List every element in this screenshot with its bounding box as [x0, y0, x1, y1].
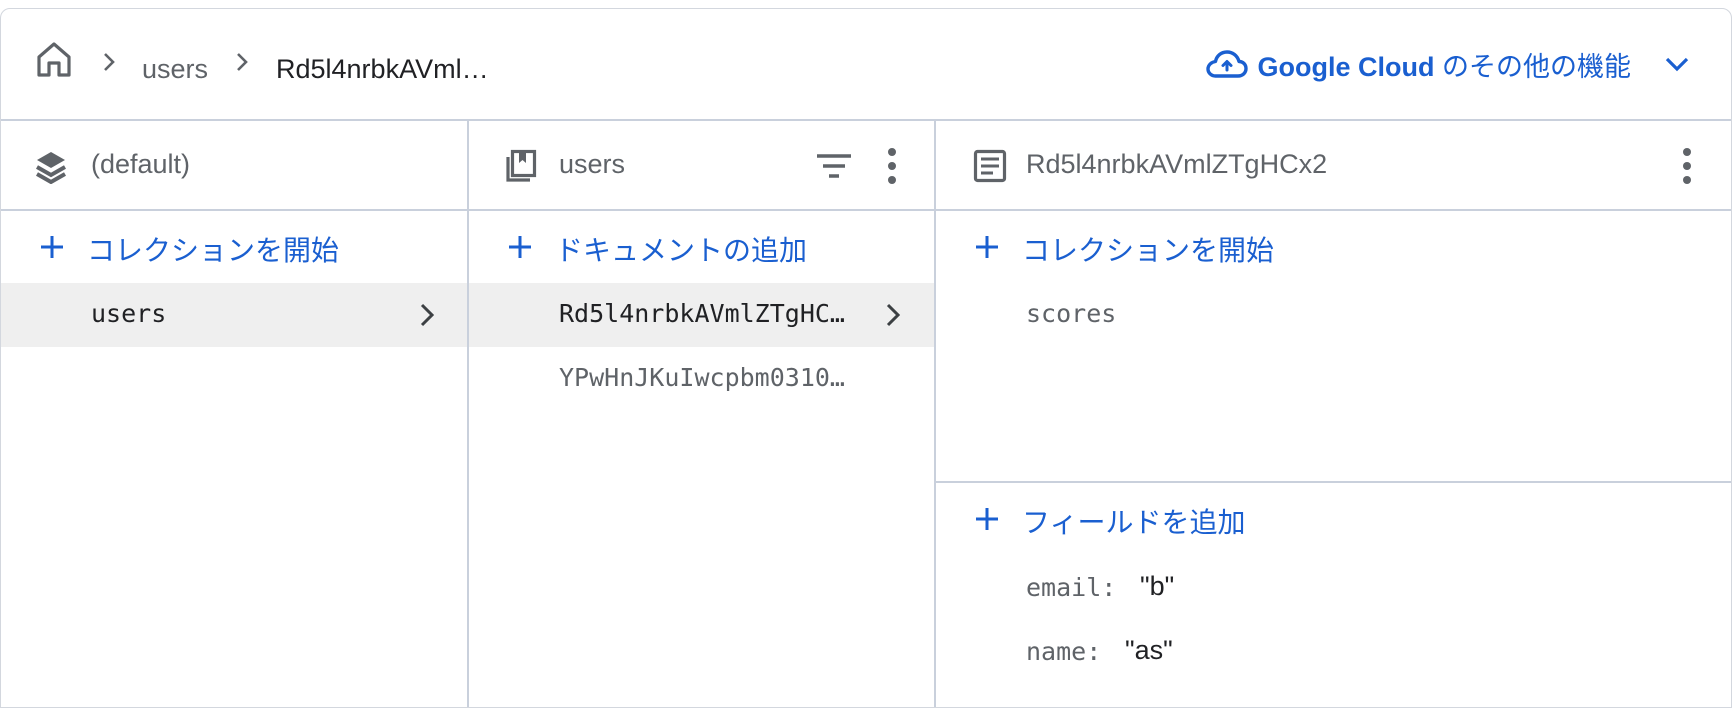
database-header: (default) [1, 121, 467, 211]
field-key: name: [1026, 637, 1102, 666]
google-cloud-brand: Google Cloud [1257, 51, 1435, 82]
chevron-down-icon [1665, 57, 1689, 72]
collection-icon [506, 149, 537, 182]
chevron-right-icon [420, 303, 434, 327]
document-item[interactable]: Rd5l4nrbkAVmlZTgHC… [469, 283, 934, 347]
filter-icon[interactable] [815, 152, 853, 180]
plus-icon [976, 236, 998, 258]
top-bar: users Rd5l4nrbkAVml… Google Cloud のその他の機… [1, 9, 1731, 121]
document-header: Rd5l4nrbkAVmlZTgHCx2 [936, 121, 1731, 211]
breadcrumb-users[interactable]: users [142, 53, 208, 85]
add-field-label: フィールドを追加 [1022, 507, 1246, 538]
document-title: Rd5l4nrbkAVmlZTgHCx2 [1026, 149, 1328, 179]
database-column: (default) コレクションを開始 users [1, 121, 469, 707]
plus-icon [41, 236, 63, 258]
more-vert-icon[interactable] [1680, 146, 1694, 186]
collection-title: users [559, 149, 626, 179]
cloud-icon [1205, 50, 1248, 78]
fields-section: フィールドを追加 email: "b" name: "as" [936, 483, 1731, 683]
document-icon [973, 149, 1007, 183]
database-stack-icon [36, 152, 66, 184]
more-vert-icon[interactable] [885, 146, 899, 186]
chevron-right-icon [886, 303, 900, 327]
start-subcollection-button[interactable]: コレクションを開始 [936, 211, 1731, 283]
add-field-button[interactable]: フィールドを追加 [936, 483, 1731, 555]
field-value: "as" [1125, 635, 1173, 665]
home-icon[interactable] [35, 40, 73, 78]
collection-column: users ドキュメントの追加 Rd5l4nrbkAVmlZTgHC… YPwH… [469, 121, 936, 707]
field-row-email[interactable]: email: "b" [936, 555, 1731, 619]
field-key: email: [1026, 573, 1117, 602]
start-collection-label: コレクションを開始 [87, 235, 340, 266]
chevron-right-icon [104, 53, 115, 71]
field-value: "b" [1140, 571, 1175, 601]
breadcrumb-document[interactable]: Rd5l4nrbkAVml… [276, 53, 489, 85]
add-document-button[interactable]: ドキュメントの追加 [469, 211, 934, 283]
document-item-label: YPwHnJKuIwcpbm0310… [559, 363, 845, 392]
plus-icon [509, 236, 531, 258]
database-title: (default) [91, 149, 191, 179]
plus-icon [976, 508, 998, 530]
google-cloud-more-features[interactable]: Google Cloud のその他の機能 [1205, 37, 1708, 91]
start-subcollection-label: コレクションを開始 [1022, 235, 1275, 266]
subcollection-item-scores[interactable]: scores [936, 283, 1731, 347]
document-item-label: Rd5l4nrbkAVmlZTgHC… [559, 299, 845, 328]
collection-item-label: users [91, 299, 167, 328]
chevron-right-icon [237, 53, 248, 71]
google-cloud-label: Google Cloud のその他の機能 [1258, 45, 1632, 84]
google-cloud-suffix: のその他の機能 [1434, 51, 1631, 82]
subcollection-item-label: scores [1026, 299, 1117, 328]
document-item[interactable]: YPwHnJKuIwcpbm0310… [469, 347, 934, 411]
start-collection-button[interactable]: コレクションを開始 [1, 211, 467, 283]
collection-item-users[interactable]: users [1, 283, 467, 347]
document-column: Rd5l4nrbkAVmlZTgHCx2 コレクションを開始 scores フィ… [936, 121, 1731, 707]
collection-header: users [469, 121, 934, 211]
firestore-data-viewer: users Rd5l4nrbkAVml… Google Cloud のその他の機… [0, 8, 1732, 708]
add-document-label: ドキュメントの追加 [555, 235, 808, 266]
field-row-name[interactable]: name: "as" [936, 619, 1731, 683]
